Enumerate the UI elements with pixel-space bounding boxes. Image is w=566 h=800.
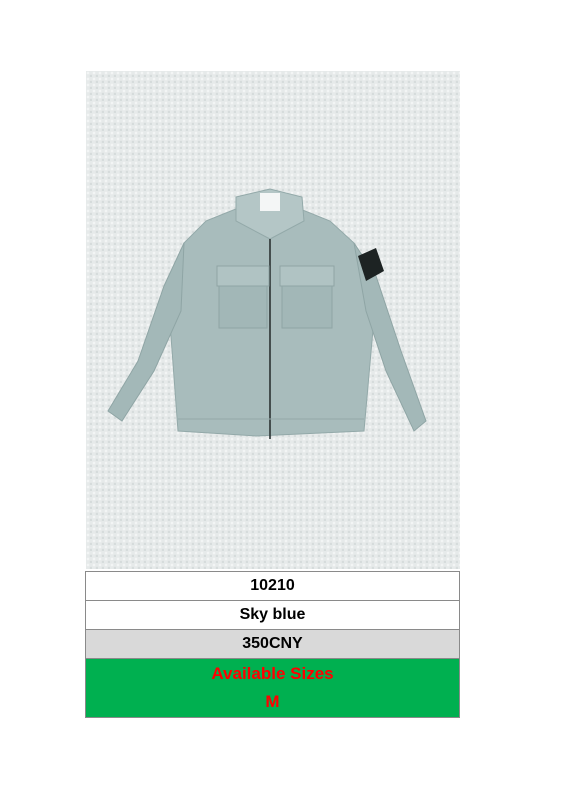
sizes-value: M — [265, 692, 280, 711]
color-row: Sky blue — [85, 600, 460, 630]
product-photo — [86, 71, 460, 569]
jacket-illustration — [107, 188, 427, 439]
product-price: 350CNY — [85, 629, 460, 659]
price-row: 350CNY — [85, 629, 460, 659]
product-color: Sky blue — [85, 600, 460, 630]
product-info-table: 10210 Sky blue 350CNY Available Sizes M — [85, 571, 460, 718]
sizes-heading: Available Sizes — [211, 664, 334, 683]
product-code: 10210 — [85, 571, 460, 601]
sizes-cell: Available Sizes M — [85, 658, 460, 718]
code-row: 10210 — [85, 571, 460, 601]
sizes-row: Available Sizes M — [85, 658, 460, 718]
